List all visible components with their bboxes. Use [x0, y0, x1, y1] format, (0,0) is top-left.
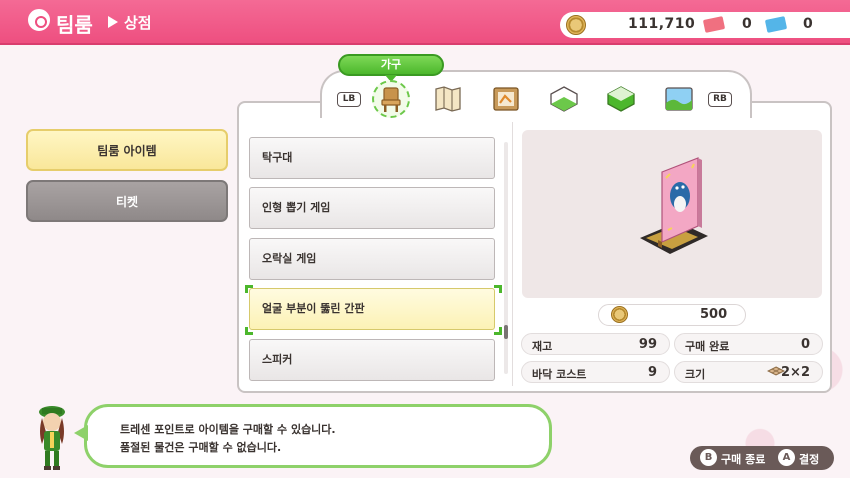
list-item-speaker[interactable]: 스피커 [249, 339, 495, 381]
stock-label: 재고 [532, 340, 553, 353]
list-item-table-tennis[interactable]: 탁구대 [249, 137, 495, 179]
item-price: 500 [700, 307, 728, 322]
floor-icon[interactable] [548, 83, 580, 115]
price-coin-icon [611, 306, 628, 323]
breadcrumb-arrow-icon [108, 16, 118, 28]
red-ticket-count: 0 [742, 16, 752, 32]
size-label: 크기 [685, 368, 706, 381]
stock-value: 99 [638, 337, 657, 352]
map-icon[interactable] [432, 83, 464, 115]
list-scrollbar[interactable] [504, 142, 508, 374]
floor-cost-label: 바닥 코스트 [532, 368, 587, 381]
wall-icon[interactable] [605, 83, 637, 115]
window-icon[interactable] [663, 83, 695, 115]
currency-bar: 111,710 0 0 [560, 12, 850, 38]
a-button-icon[interactable]: A [778, 449, 795, 466]
category-label: 가구 [338, 54, 444, 82]
item-preview [522, 130, 822, 298]
b-button-icon[interactable]: B [700, 449, 717, 466]
menu-team-room-items[interactable]: 팀룸 아이템 [26, 129, 228, 171]
page-title: 팀룸 [56, 13, 93, 37]
selection-corner [245, 285, 253, 293]
blue-ticket-count: 0 [803, 16, 813, 32]
exit-purchase-label[interactable]: 구매 종료 [721, 451, 765, 467]
menu-tickets[interactable]: 티켓 [26, 180, 228, 222]
list-item-claw-machine[interactable]: 인형 뽑기 게임 [249, 187, 495, 229]
floor-cost-value: 9 [647, 365, 657, 380]
rb-button[interactable]: RB [708, 92, 732, 107]
message-line-2: 품절된 물건은 구매할 수 없습니다. [120, 441, 282, 454]
team-room-logo-icon [28, 9, 50, 31]
purchased-stat: 구매 완료 0 [674, 333, 823, 355]
message-line-1: 트레센 포인트로 아이템을 구매할 수 있습니다. [120, 423, 336, 436]
confirm-label[interactable]: 결정 [799, 451, 819, 467]
size-value: 2×2 [781, 365, 810, 380]
blue-ticket-icon [764, 16, 788, 33]
face-cutout-sign-image [640, 157, 708, 254]
lb-button[interactable]: LB [337, 92, 361, 107]
stock-stat: 재고 99 [521, 333, 670, 355]
trainer-character-sprite [39, 406, 65, 470]
coin-icon [566, 15, 586, 35]
coin-balance: 111,710 [628, 16, 696, 32]
purchased-label: 구매 완료 [685, 340, 730, 353]
frame-icon[interactable] [490, 83, 522, 115]
list-item-face-cutout-sign[interactable]: 얼굴 부분이 뚫린 간판 [249, 288, 495, 330]
floor-cost-stat: 바닥 코스트 9 [521, 361, 670, 383]
selection-corner [494, 285, 502, 293]
purchased-value: 0 [800, 337, 810, 352]
size-stat: 크기 2×2 [674, 361, 823, 383]
chair-icon[interactable] [375, 83, 407, 115]
speech-bubble-tail [74, 425, 88, 441]
item-list: 탁구대 인형 뽑기 게임 오락실 게임 얼굴 부분이 뚫린 간판 스피커 [245, 129, 503, 385]
list-item-arcade-game[interactable]: 오락실 게임 [249, 238, 495, 280]
header-bar: 팀룸 상점 111,710 0 0 [0, 0, 850, 45]
breadcrumb-subtitle: 상점 [124, 14, 152, 32]
red-ticket-icon [702, 16, 726, 33]
selection-corner [245, 327, 253, 335]
list-scrollbar-thumb[interactable] [504, 325, 508, 339]
selection-corner [494, 327, 502, 335]
panel-divider [512, 122, 513, 386]
controller-hints: B 구매 종료 A 결정 [690, 446, 834, 470]
